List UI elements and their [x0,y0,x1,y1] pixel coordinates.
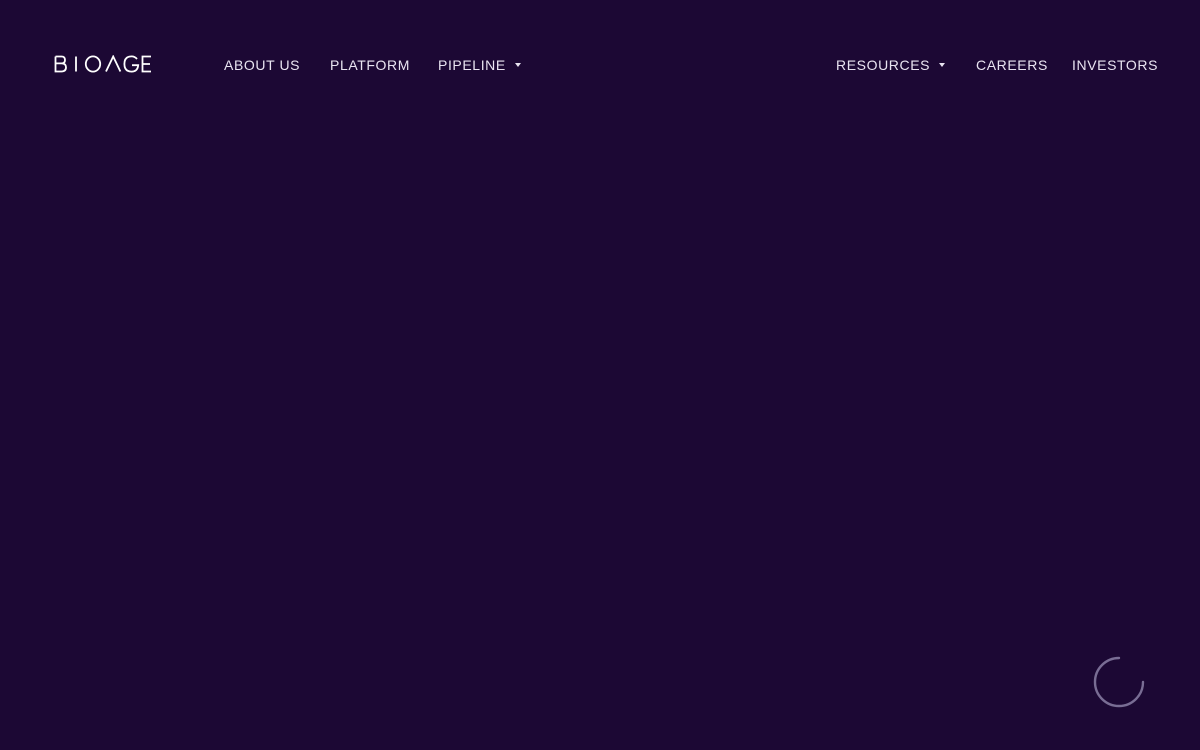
bioage-wordmark-icon [54,55,151,73]
page: ABOUT US PLATFORM PIPELINE RESOURCES CAR… [0,0,1200,750]
nav-about-us[interactable]: ABOUT US [224,56,300,74]
loading-spinner-icon [1093,656,1145,708]
nav-platform-label: PLATFORM [330,57,410,73]
nav-careers-label: CAREERS [976,57,1048,73]
nav-careers[interactable]: CAREERS [976,56,1048,74]
nav-investors-label: INVESTORS [1072,57,1159,73]
nav-about-us-label: ABOUT US [224,57,301,73]
chevron-down-icon [514,63,521,67]
nav-pipeline-dropdown[interactable]: PIPELINE [438,56,521,74]
nav-resources-dropdown[interactable]: RESOURCES [836,56,946,74]
nav-resources-label: RESOURCES [836,57,931,73]
nav-platform[interactable]: PLATFORM [330,56,410,74]
chevron-down-icon [939,63,946,67]
nav-investors[interactable]: INVESTORS [1072,56,1158,74]
nav-pipeline-label: PIPELINE [438,57,506,73]
top-navigation: ABOUT US PLATFORM PIPELINE RESOURCES CAR… [0,0,1200,130]
bioage-logo[interactable] [54,55,152,75]
